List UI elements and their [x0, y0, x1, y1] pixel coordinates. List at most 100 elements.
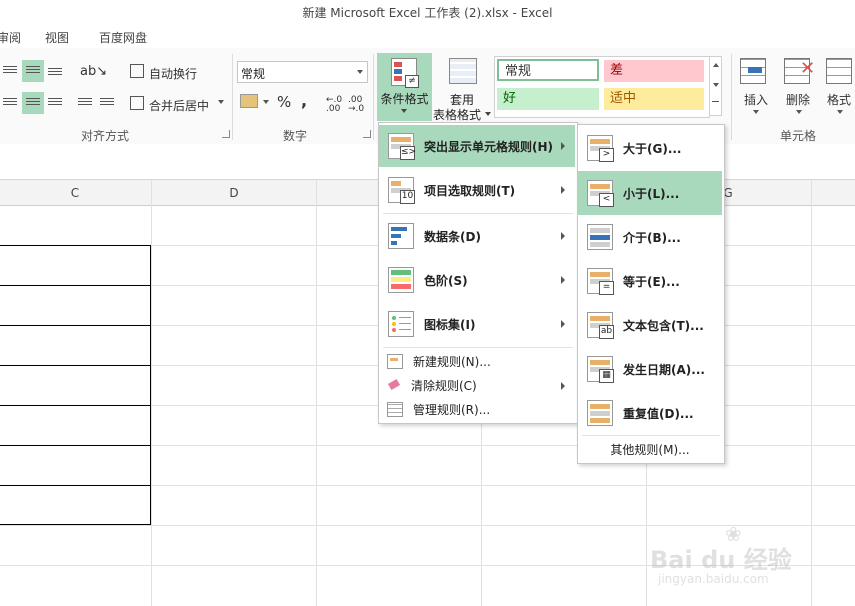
alignment-group-label: 对齐方式 [80, 129, 129, 143]
style-neutral-label: 适中 [610, 91, 637, 106]
submenu-item-date-occurring[interactable]: ▦ 发生日期(A)... [578, 347, 722, 391]
submenu-item-greater-than[interactable]: > 大于(G)... [578, 127, 722, 169]
text-contains-icon: ab [587, 312, 614, 339]
menu-item-icon-sets[interactable]: 图标集(I) [379, 303, 575, 345]
window-title: 新建 Microsoft Excel 工作表 (2).xlsx - Excel [302, 6, 553, 20]
color-scales-icon [388, 267, 414, 293]
menu-item-clear-rules[interactable]: 清除规则(C) [379, 374, 575, 397]
submenu-item-label: 其他规则(M)... [610, 442, 690, 457]
clear-rules-icon [387, 378, 401, 392]
chevron-down-icon [485, 112, 491, 116]
scroll-up-icon[interactable] [713, 63, 719, 67]
menu-item-manage-rules[interactable]: 管理规则(R)... [379, 398, 575, 421]
submenu-item-label: 介于(B)... [623, 230, 681, 245]
data-bars-icon [388, 223, 414, 249]
column-header-c[interactable]: C [0, 186, 150, 200]
align-center-icon[interactable] [22, 92, 44, 114]
format-as-table-button[interactable]: 套用 表格格式 [433, 56, 491, 122]
align-top-icon[interactable] [3, 64, 17, 75]
highlight-rules-icon: ≤> [388, 133, 416, 160]
submenu-arrow-icon [561, 142, 565, 150]
menu-separator [383, 347, 573, 348]
menu-item-highlight-rules[interactable]: ≤> 突出显示单元格规则(H) [379, 125, 575, 167]
submenu-item-between[interactable]: 介于(B)... [578, 215, 722, 259]
column-header-d[interactable]: D [152, 186, 316, 200]
wrap-text-icon [130, 64, 144, 78]
style-normal-label: 常规 [505, 64, 532, 79]
menu-item-color-scales[interactable]: 色阶(S) [379, 259, 575, 301]
increase-decimal-button[interactable]: ←.0 .00 [326, 96, 344, 114]
menu-item-data-bars[interactable]: 数据条(D) [379, 215, 575, 257]
submenu-item-duplicate-values[interactable]: 重复值(D)... [578, 391, 722, 435]
between-icon [587, 224, 613, 250]
gallery-more-icon[interactable] [712, 101, 719, 102]
menu-item-label: 清除规则(C) [411, 379, 477, 393]
number-dialog-launcher-icon[interactable] [363, 130, 371, 138]
format-cells-button[interactable]: 格式 [827, 91, 851, 108]
format-cells-icon [826, 58, 854, 86]
style-normal[interactable]: 常规 [497, 59, 599, 81]
merge-center-icon [130, 96, 144, 110]
submenu-item-more-rules[interactable]: 其他规则(M)... [578, 438, 722, 460]
submenu-arrow-icon [561, 186, 565, 194]
wrap-text-button[interactable]: 自动换行 [149, 65, 197, 82]
menu-item-label: 管理规则(R)... [413, 403, 491, 417]
menu-item-top-bottom-rules[interactable]: 10 项目选取规则(T) [379, 169, 575, 211]
conditional-format-button[interactable]: ≠ 条件格式 [377, 53, 432, 121]
menu-item-label: 新建规则(N)... [413, 355, 491, 369]
align-middle-icon[interactable] [22, 60, 44, 82]
style-good[interactable]: 好 [497, 88, 599, 110]
menu-item-new-rule[interactable]: 新建规则(N)... [379, 350, 575, 373]
conditional-format-label: 条件格式 [380, 92, 429, 106]
icon-sets-icon [388, 311, 414, 337]
format-dropdown-icon[interactable] [837, 110, 843, 114]
increase-indent-icon[interactable] [100, 96, 114, 107]
tab-baidu-netdisk[interactable]: 百度网盘 [99, 29, 147, 46]
accounting-dropdown-icon[interactable] [263, 100, 269, 104]
delete-icon: ✕ [784, 58, 815, 86]
tab-view[interactable]: 视图 [45, 29, 69, 46]
merge-dropdown-icon[interactable] [218, 100, 224, 104]
top-bottom-rules-icon: 10 [388, 177, 415, 204]
comma-button[interactable]: , [301, 91, 307, 110]
alignment-dialog-launcher-icon[interactable] [222, 130, 230, 138]
align-bottom-icon[interactable] [48, 66, 62, 77]
number-format-select[interactable]: 常规 [237, 61, 368, 83]
delete-button[interactable]: 删除 [786, 91, 810, 108]
highlight-rules-submenu: > 大于(G)... < 小于(L)... 介于(B)... = 等于(E)..… [577, 124, 725, 464]
accounting-format-icon[interactable] [240, 94, 258, 108]
date-occurring-icon: ▦ [587, 356, 614, 383]
submenu-item-label: 发生日期(A)... [623, 362, 705, 377]
insert-dropdown-icon[interactable] [753, 110, 759, 114]
delete-dropdown-icon[interactable] [796, 110, 802, 114]
chevron-down-icon [357, 70, 363, 74]
submenu-item-label: 重复值(D)... [623, 406, 694, 421]
submenu-item-text-contains[interactable]: ab 文本包含(T)... [578, 303, 722, 347]
equal-to-symbol: = [599, 281, 614, 295]
manage-rules-icon [387, 402, 403, 417]
greater-than-symbol: > [599, 148, 614, 162]
style-bad[interactable]: 差 [604, 60, 704, 82]
style-good-label: 好 [503, 91, 517, 106]
group-separator [731, 54, 732, 140]
duplicate-values-icon [587, 400, 613, 426]
tab-review[interactable]: 审阅 [0, 29, 21, 46]
menu-item-label: 图标集(I) [424, 317, 476, 332]
group-separator [232, 54, 233, 140]
percent-button[interactable]: % [277, 93, 291, 111]
align-right-icon[interactable] [48, 96, 62, 107]
submenu-item-less-than[interactable]: < 小于(L)... [578, 171, 722, 215]
styles-gallery-scrollbar[interactable] [709, 56, 722, 116]
merge-center-button[interactable]: 合并后居中 [149, 97, 209, 114]
orientation-icon[interactable]: ab↘ [80, 64, 107, 79]
align-left-icon[interactable] [3, 96, 17, 107]
decrease-decimal-button[interactable]: .00 →.0 [348, 96, 366, 114]
style-neutral[interactable]: 适中 [604, 88, 704, 110]
insert-button[interactable]: 插入 [744, 91, 768, 108]
submenu-item-equal-to[interactable]: = 等于(E)... [578, 259, 722, 303]
bordered-range[interactable] [0, 245, 151, 525]
menu-item-label: 突出显示单元格规则(H) [424, 139, 554, 154]
menu-item-label: 色阶(S) [424, 273, 468, 288]
decrease-indent-icon[interactable] [78, 96, 92, 107]
scroll-down-icon[interactable] [713, 83, 719, 87]
